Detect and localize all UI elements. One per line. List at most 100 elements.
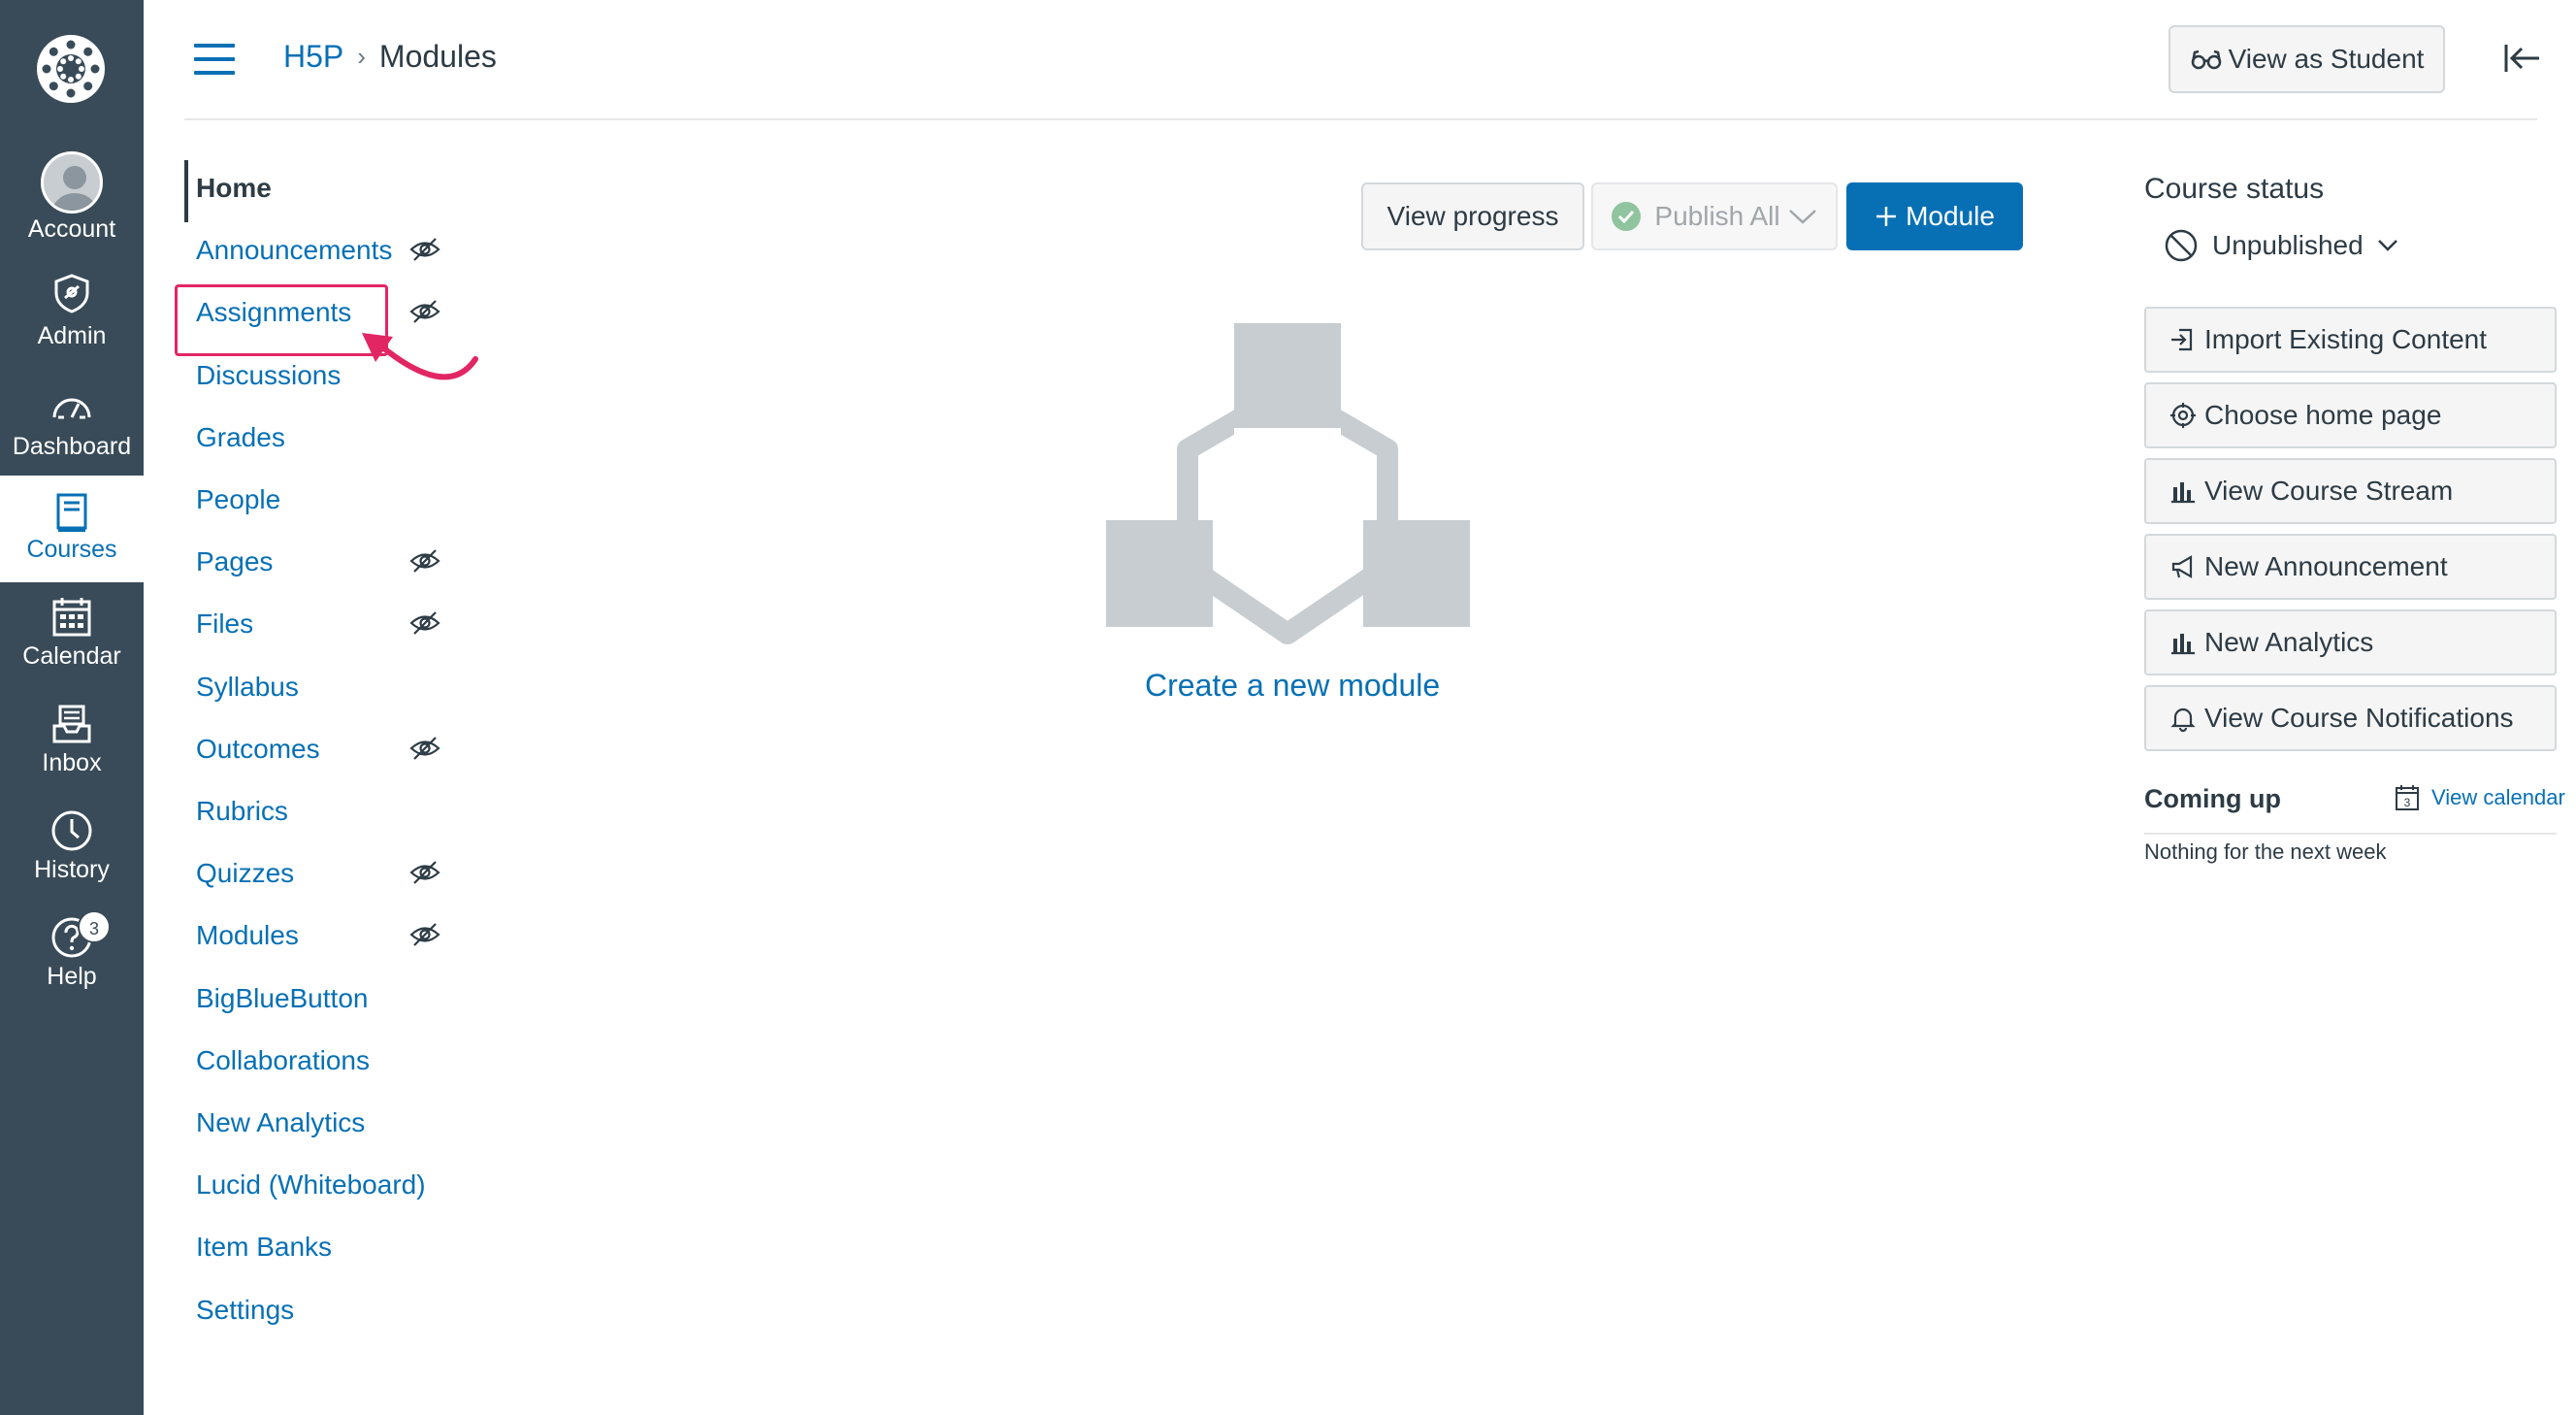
course-nav-people[interactable]: People	[196, 484, 280, 515]
chevron-down-icon	[1788, 210, 1816, 224]
nav-calendar[interactable]: Calendar	[0, 582, 144, 689]
divider	[2144, 833, 2557, 835]
view-course-stream-button[interactable]: View Course Stream	[2144, 458, 2557, 524]
new-analytics-label: New Analytics	[2204, 627, 2374, 657]
clock-icon	[51, 810, 92, 851]
course-nav-settings[interactable]: Settings	[196, 1295, 294, 1326]
bar-chart-icon	[2169, 629, 2204, 656]
import-existing-content-label: Import Existing Content	[2204, 324, 2488, 354]
course-nav-announcements[interactable]: Announcements	[196, 235, 392, 266]
view-calendar-link[interactable]: 3 View calendar	[2395, 784, 2565, 811]
new-analytics-button[interactable]: New Analytics	[2144, 609, 2557, 675]
choose-home-page-label: Choose home page	[2204, 400, 2442, 430]
nav-calendar-label: Calendar	[22, 642, 121, 670]
megaphone-icon	[2169, 553, 2204, 580]
canvas-logo-icon[interactable]	[33, 31, 109, 107]
nav-courses[interactable]: Courses	[0, 476, 144, 582]
course-nav-discussions[interactable]: Discussions	[196, 360, 341, 391]
course-nav-syllabus[interactable]: Syllabus	[196, 672, 299, 703]
course-nav-bigbluebutton[interactable]: BigBlueButton	[196, 983, 368, 1014]
help-badge: 3	[78, 910, 111, 943]
course-status-title: Course status	[2144, 173, 2325, 205]
course-nav-outcomes[interactable]: Outcomes	[196, 734, 320, 765]
course-nav-lucid-whiteboard[interactable]: Lucid (Whiteboard)	[196, 1169, 426, 1201]
course-nav-pages[interactable]: Pages	[196, 546, 273, 577]
course-nav-new-analytics[interactable]: New Analytics	[196, 1107, 365, 1138]
book-icon	[56, 493, 87, 532]
choose-home-page-button[interactable]: Choose home page	[2144, 382, 2557, 448]
nav-admin-label: Admin	[37, 322, 107, 349]
page-header: H5P › Modules View as Student	[184, 0, 2539, 120]
nav-history-label: History	[34, 856, 110, 883]
check-circle-icon	[1612, 202, 1642, 231]
unpublished-icon	[2165, 229, 2198, 262]
view-progress-label: View progress	[1386, 201, 1559, 231]
import-icon	[2169, 326, 2204, 353]
bar-chart-icon	[2169, 477, 2204, 505]
coming-up-heading: Coming up	[2144, 784, 2281, 813]
view-course-notifications-label: View Course Notifications	[2204, 703, 2514, 733]
new-announcement-button[interactable]: New Announcement	[2144, 534, 2557, 600]
hidden-eye-icon	[409, 548, 440, 574]
new-announcement-label: New Announcement	[2204, 551, 2448, 581]
course-nav-collaborations[interactable]: Collaborations	[196, 1045, 370, 1076]
view-progress-button[interactable]: View progress	[1361, 182, 1584, 250]
course-nav-quizzes[interactable]: Quizzes	[196, 858, 294, 889]
user-icon	[51, 166, 98, 211]
nav-admin[interactable]: Admin	[0, 262, 144, 369]
import-existing-content-button[interactable]: Import Existing Content	[2144, 307, 2557, 373]
add-module-button[interactable]: Module	[1846, 182, 2023, 250]
hidden-eye-icon	[409, 922, 440, 947]
add-module-label: Module	[1906, 201, 1995, 231]
hidden-eye-icon	[409, 736, 440, 761]
breadcrumb-separator: ›	[357, 42, 366, 71]
svg-text:3: 3	[2404, 796, 2411, 809]
course-nav-modules[interactable]: Modules	[196, 920, 299, 951]
menu-toggle-icon[interactable]	[194, 44, 235, 75]
nav-dashboard-label: Dashboard	[12, 433, 132, 460]
nav-account[interactable]: Account	[0, 146, 144, 252]
collapse-sidebar-icon[interactable]	[2498, 39, 2545, 78]
hidden-eye-icon	[409, 860, 440, 885]
shield-icon	[54, 274, 89, 313]
course-nav-grades[interactable]: Grades	[196, 422, 285, 453]
course-status-value: Unpublished	[2212, 230, 2364, 260]
bell-icon	[2169, 705, 2204, 732]
view-as-student-label: View as Student	[2228, 44, 2425, 74]
target-icon	[2169, 402, 2204, 429]
breadcrumb: H5P › Modules	[283, 39, 497, 75]
modules-illustration-icon	[1106, 323, 1470, 644]
course-status-dropdown[interactable]: Unpublished	[2164, 228, 2412, 263]
nav-inbox[interactable]: Inbox	[0, 689, 144, 796]
nav-courses-label: Courses	[26, 536, 117, 563]
create-module-link[interactable]: Create a new module	[1145, 668, 1440, 704]
inbox-icon	[52, 705, 91, 743]
course-nav-files[interactable]: Files	[196, 609, 253, 640]
breadcrumb-current: Modules	[378, 39, 497, 74]
pointer-arrow-icon	[362, 333, 478, 380]
nav-history[interactable]: History	[0, 796, 144, 903]
course-nav-home[interactable]: Home	[196, 173, 272, 204]
plus-icon	[1876, 207, 1897, 226]
view-course-stream-label: View Course Stream	[2204, 476, 2454, 506]
nav-help[interactable]: 3 Help	[0, 903, 144, 1009]
nav-inbox-label: Inbox	[42, 749, 102, 776]
breadcrumb-course-link[interactable]: H5P	[283, 39, 343, 75]
publish-all-label: Publish All	[1654, 201, 1780, 231]
calendar-icon	[52, 598, 91, 637]
publish-all-button[interactable]: Publish All	[1591, 182, 1838, 250]
course-nav-item-banks[interactable]: Item Banks	[196, 1232, 332, 1263]
hidden-eye-icon	[409, 299, 440, 324]
glasses-icon	[2191, 49, 2221, 70]
avatar	[41, 151, 103, 214]
coming-up-empty-text: Nothing for the next week	[2144, 839, 2387, 864]
hidden-eye-icon	[409, 610, 440, 636]
chevron-down-icon	[2377, 240, 2397, 251]
view-course-notifications-button[interactable]: View Course Notifications	[2144, 685, 2557, 751]
course-nav-active-indicator	[184, 160, 188, 222]
calendar-icon: 3	[2396, 785, 2419, 810]
view-as-student-button[interactable]: View as Student	[2168, 25, 2445, 93]
course-nav-rubrics[interactable]: Rubrics	[196, 796, 288, 827]
nav-account-label: Account	[27, 215, 116, 243]
nav-dashboard[interactable]: Dashboard	[0, 369, 144, 476]
